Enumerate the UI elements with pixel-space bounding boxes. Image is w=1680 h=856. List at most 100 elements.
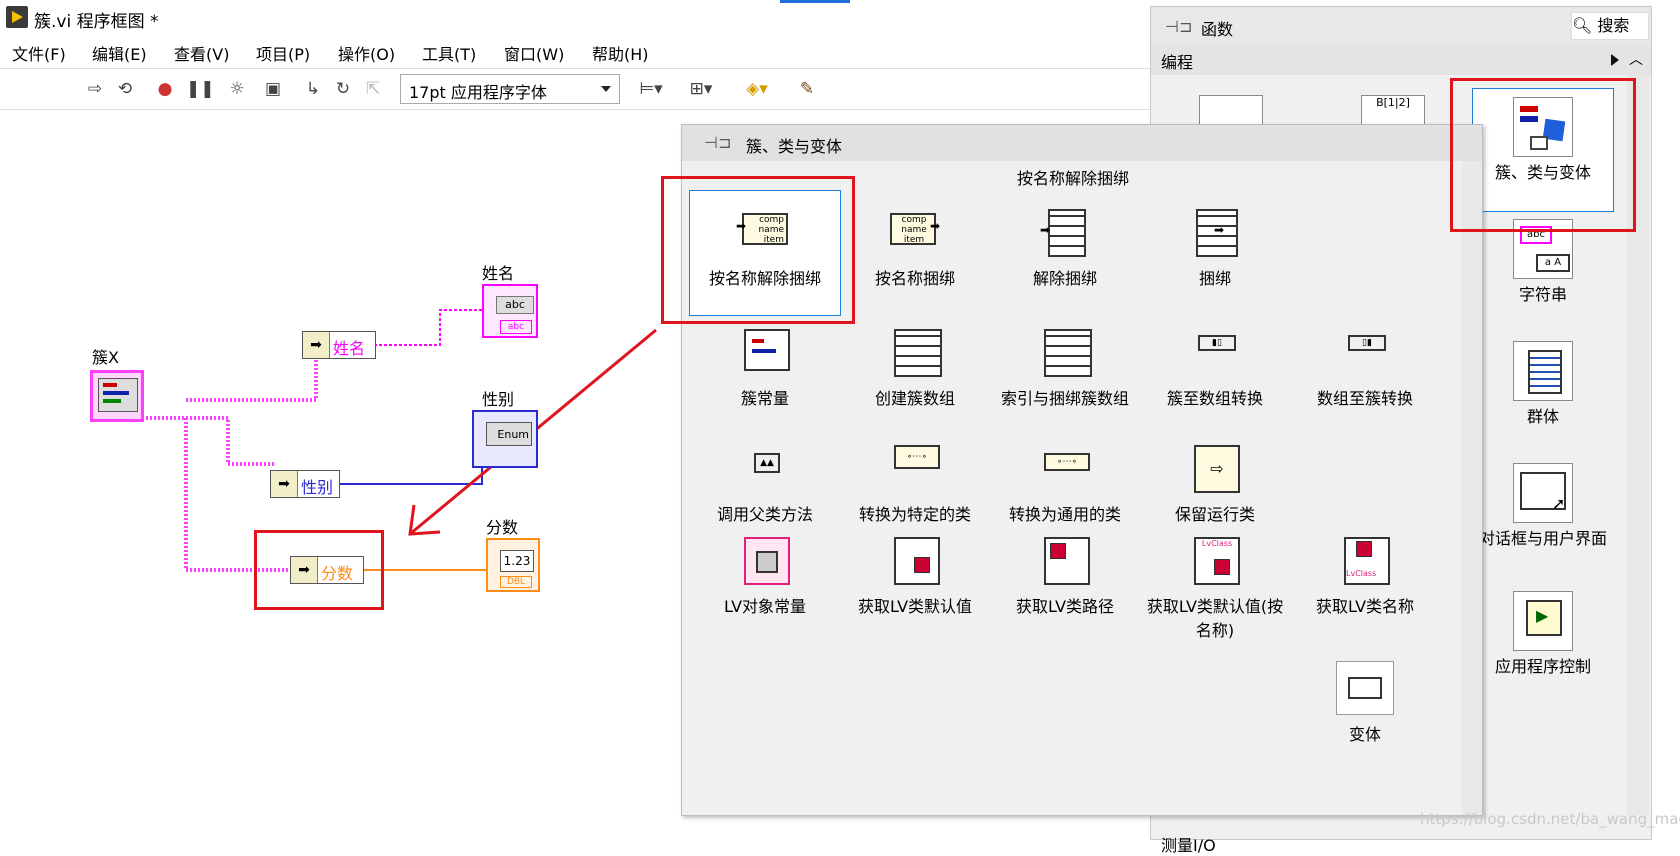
unbundle-icon: ➡ [1036, 209, 1094, 259]
annotation-box-cluster-class-variant [1450, 78, 1636, 232]
enum-wire [338, 440, 483, 485]
to-more-specific-class-icon: ∘⋯∘ [886, 445, 944, 495]
index-bundle-cluster-array-icon [1036, 329, 1094, 379]
palette-item-label: 获取LV类名称 [1315, 597, 1415, 616]
score-terminal-type: DBL [500, 576, 532, 588]
cluster-constant-icon [736, 329, 794, 379]
palette-item-get-lv-class-path[interactable]: 获取LV类路径 [990, 537, 1140, 619]
search-icon: 🔍︎ [1572, 16, 1593, 35]
bundle-icon: ➡ [1186, 209, 1244, 259]
arrow-right-icon: ➡ [271, 471, 298, 497]
palette-item-label: 转换为通用的类 [1008, 505, 1121, 524]
palette-item-app-control[interactable]: ▶ 应用程序控制 [1473, 591, 1613, 677]
palette-item-label: 字符串 [1518, 285, 1567, 304]
palette-item-label: 获取LV类路径 [1015, 597, 1115, 616]
name-terminal-type: abc [500, 320, 532, 334]
pin-icon[interactable]: ⊣⊐ [704, 133, 731, 152]
name-indicator-label: 姓名 [482, 264, 515, 283]
palette-item-label: 调用父类方法 [716, 505, 813, 524]
gender-indicator-terminal[interactable]: Enum [472, 410, 538, 468]
palette-item-build-cluster-array[interactable]: 创建簇数组 [840, 329, 990, 411]
cluster-wire-to-gender [142, 416, 276, 466]
palette-item-label: 变体 [1348, 725, 1381, 744]
cluster-to-array-icon: ▮▯ [1186, 329, 1244, 379]
variant-icon [1336, 661, 1394, 715]
get-lv-class-default-value-by-name-icon: LvClass [1186, 537, 1244, 587]
category-programming[interactable]: 编程 ︿ [1151, 45, 1651, 75]
category-measurement-io[interactable]: 测量I/O [1161, 832, 1216, 856]
get-lv-class-path-icon [1036, 537, 1094, 587]
palette-item-dialog-ui[interactable]: ➚ 对话框与用户界面 [1473, 463, 1613, 549]
palette-item-collections[interactable]: 群体 [1473, 341, 1613, 427]
palette-item-label: 应用程序控制 [1494, 657, 1591, 676]
palette-item-label: 数组至簇转换 [1316, 389, 1413, 408]
palette-item-label: 创建簇数组 [874, 389, 955, 408]
search-label: 搜索 [1597, 16, 1630, 35]
palette-item-label: 索引与捆绑簇数组 [1000, 389, 1129, 408]
palette-item-cluster-constant[interactable]: 簇常量 [690, 329, 840, 411]
cluster-wire-to-name [186, 358, 318, 402]
cluster-palette-header: ⊣⊐ 簇、类与变体 [682, 125, 1482, 161]
unbundle-gender-label: 性别 [301, 478, 334, 497]
palette-item-to-more-specific-class[interactable]: ∘⋯∘ 转换为特定的类 [840, 445, 990, 527]
palette-item-bundle-by-name[interactable]: comp name item ➡ 按名称捆绑 [840, 209, 990, 291]
build-cluster-array-icon [886, 329, 944, 379]
palette-item-to-more-generic-class[interactable]: ∘⋯∘ 转换为通用的类 [990, 445, 1140, 527]
bundle-by-name-icon: comp name item ➡ [886, 209, 944, 259]
app-control-icon: ▶ [1513, 591, 1573, 651]
to-more-generic-class-icon: ∘⋯∘ [1036, 445, 1094, 495]
score-terminal-text: 1.23 [500, 550, 534, 572]
palette-scrollbar[interactable] [1462, 161, 1482, 815]
lv-object-constant-icon [736, 537, 794, 587]
palette-item-array-to-cluster[interactable]: ▯▮ 数组至簇转换 [1290, 329, 1440, 411]
collections-icon [1513, 341, 1573, 401]
unbundle-by-name-node-gender[interactable]: ➡ 性别 [270, 470, 340, 498]
palette-item-call-parent-method[interactable]: ▲▲ 调用父类方法 [690, 445, 840, 527]
palette-item-label: 解除捆绑 [1032, 269, 1097, 288]
palette-item-label: LV对象常量 [723, 597, 807, 616]
palette-item-label: 获取LV类默认值 [857, 597, 973, 616]
array-to-cluster-icon: ▯▮ [1336, 329, 1394, 379]
palette-item-label: 保留运行类 [1174, 505, 1255, 524]
annotation-box-score [254, 530, 384, 610]
palette-item-unbundle[interactable]: ➡ 解除捆绑 [990, 209, 1140, 291]
palette-item-get-lv-class-name[interactable]: LvClass 获取LV类名称 [1290, 537, 1440, 619]
scroll-up-icon[interactable]: ︿ [1629, 49, 1643, 69]
palette-item-label: 簇常量 [740, 389, 789, 408]
palette-item-lv-object-constant[interactable]: LV对象常量 [690, 537, 840, 619]
watermark: https://blog.csdn.net/ba_wang_mao [1420, 810, 1680, 828]
palette-item-index-bundle-cluster-array[interactable]: 索引与捆绑簇数组 [990, 329, 1140, 411]
palette-item-label: 对话框与用户界面 [1478, 529, 1607, 548]
gender-terminal-text: Enum [486, 422, 532, 446]
annotation-box-unbundle-by-name [661, 176, 855, 324]
palette-item-cluster-to-array[interactable]: ▮▯ 簇至数组转换 [1140, 329, 1290, 411]
palette-item-label: 转换为特定的类 [858, 505, 971, 524]
preserve-runtime-class-icon: ⇨ [1186, 445, 1244, 495]
palette-item-preserve-runtime-class[interactable]: ⇨ 保留运行类 [1140, 445, 1290, 527]
palette-item-get-lv-class-default-value-by-name[interactable]: LvClass 获取LV类默认值(按名称) [1140, 537, 1290, 643]
pin-icon[interactable]: ⊣⊐ [1165, 17, 1192, 36]
functions-palette-title: 函数 [1201, 20, 1234, 39]
hover-tooltip: 按名称解除捆绑 [1017, 169, 1130, 188]
unbundle-by-name-node-name[interactable]: ➡ 姓名 [302, 331, 376, 359]
cluster-palette-title: 簇、类与变体 [746, 137, 843, 156]
category-label: 编程 [1161, 53, 1194, 72]
palette-item-variant[interactable]: 变体 [1290, 661, 1440, 747]
cluster-label: 簇X [92, 348, 119, 367]
get-lv-class-default-value-icon [886, 537, 944, 587]
palette-item-label: 按名称捆绑 [874, 269, 955, 288]
palette-item-label: 获取LV类默认值(按名称) [1146, 597, 1284, 640]
expand-arrow-icon[interactable] [1611, 54, 1619, 66]
score-indicator-terminal[interactable]: 1.23 DBL [486, 538, 540, 592]
name-indicator-terminal[interactable]: abc abc [482, 284, 538, 338]
arrow-right-icon: ➡ [303, 332, 330, 358]
unbundle-name-label: 姓名 [333, 339, 366, 358]
palette-item-bundle[interactable]: ➡ 捆绑 [1140, 209, 1290, 291]
search-button[interactable]: 🔍︎ 搜索 [1571, 12, 1649, 40]
dialog-ui-icon: ➚ [1513, 463, 1573, 523]
score-indicator-label: 分数 [486, 518, 519, 537]
palette-item-label: 簇至数组转换 [1166, 389, 1263, 408]
name-terminal-text: abc [496, 296, 534, 314]
cluster-control-terminal[interactable] [90, 370, 144, 422]
palette-item-get-lv-class-default-value[interactable]: 获取LV类默认值 [840, 537, 990, 619]
